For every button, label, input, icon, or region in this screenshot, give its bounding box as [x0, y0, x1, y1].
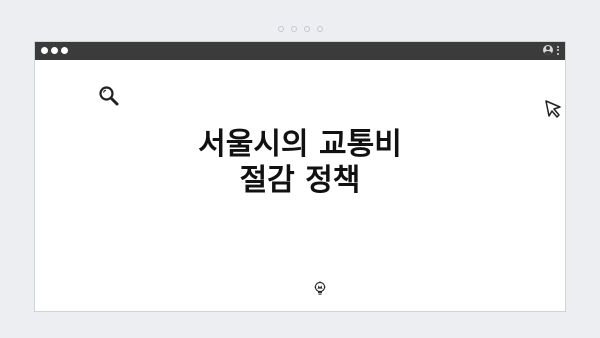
cursor-icon [545, 100, 561, 118]
window-control-dot[interactable] [51, 47, 58, 54]
slide-title-line-1: 서울시의 교통비 [198, 127, 402, 162]
titlebar-actions [543, 45, 559, 55]
window-control-dot[interactable] [61, 47, 68, 54]
page-dot[interactable] [277, 26, 284, 32]
kebab-menu-icon[interactable] [557, 45, 559, 55]
page-dot[interactable] [316, 26, 323, 32]
page-indicator [18, 26, 582, 32]
page-dot[interactable] [290, 26, 297, 32]
lightbulb-icon [314, 281, 326, 295]
slide-title-line-2: 절감 정책 [239, 163, 361, 198]
window-titlebar [35, 42, 565, 60]
browser-window: 서울시의 교통비 절감 정책 [34, 41, 566, 312]
presentation-frame: 서울시의 교통비 절감 정책 [18, 16, 582, 323]
search-icon [99, 86, 119, 106]
slide-title: 서울시의 교통비 절감 정책 [35, 127, 565, 199]
user-icon[interactable] [543, 45, 553, 55]
window-controls [41, 47, 68, 54]
window-control-dot[interactable] [41, 47, 48, 54]
page-dot[interactable] [303, 26, 310, 32]
